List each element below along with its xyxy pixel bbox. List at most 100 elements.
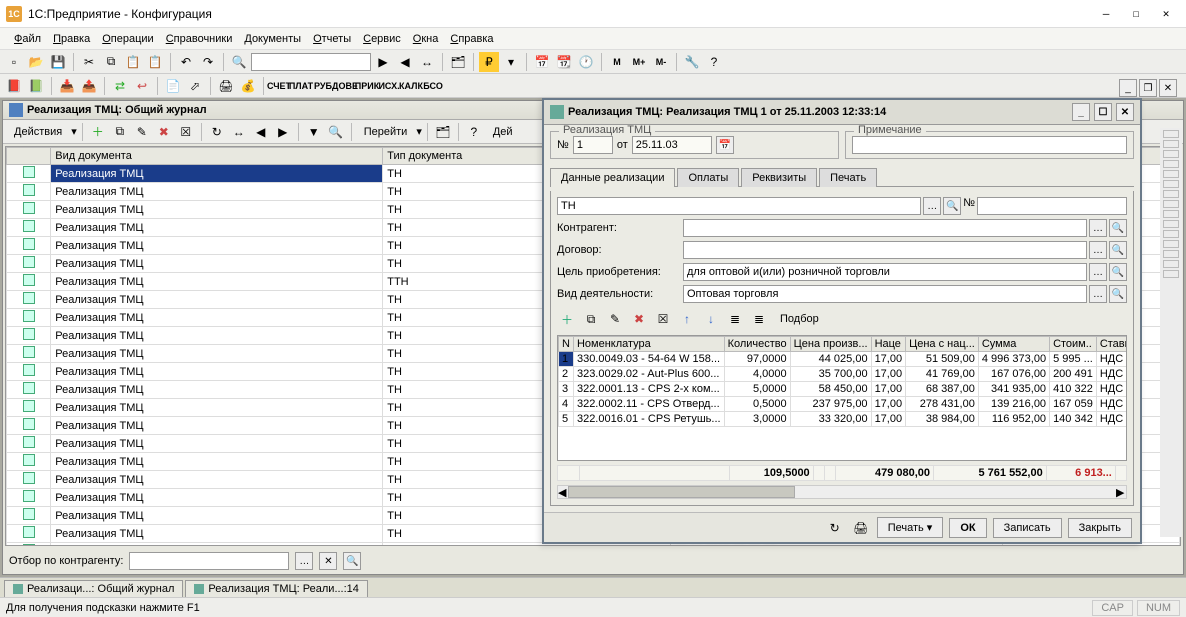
delete-icon[interactable]: ✖ bbox=[154, 122, 174, 142]
menu-6[interactable]: Сервис bbox=[357, 31, 407, 47]
calendar-icon[interactable]: 📅 bbox=[532, 52, 552, 72]
kalk-icon[interactable]: КАЛК bbox=[401, 76, 421, 96]
tools-icon[interactable]: 🔧 bbox=[682, 52, 702, 72]
print-button[interactable]: Печать ▾ bbox=[877, 517, 944, 538]
date-icon[interactable]: 📆 bbox=[554, 52, 574, 72]
refresh-icon[interactable]: ↻ bbox=[207, 122, 227, 142]
tab-req[interactable]: Реквизиты bbox=[741, 168, 817, 187]
bso-icon[interactable]: БСО bbox=[423, 76, 443, 96]
find-icon[interactable]: 🔍 bbox=[229, 52, 249, 72]
dcol-6[interactable]: Сумма bbox=[978, 337, 1049, 352]
page-icon[interactable]: 📄 bbox=[163, 76, 183, 96]
cel-find-button[interactable]: 🔍 bbox=[1109, 263, 1127, 281]
item-up-icon[interactable]: ↑ bbox=[677, 309, 697, 329]
menu-1[interactable]: Правка bbox=[47, 31, 96, 47]
menu-5[interactable]: Отчеты bbox=[307, 31, 357, 47]
isk-icon[interactable]: ИСХ. bbox=[379, 76, 399, 96]
new-icon[interactable]: ▫ bbox=[4, 52, 24, 72]
doc-tab-detail[interactable]: Реализация ТМЦ: Реали...:14 bbox=[185, 580, 368, 597]
ok-button[interactable]: ОК bbox=[949, 518, 986, 538]
actions-menu[interactable]: Действия bbox=[7, 123, 69, 141]
rub-icon[interactable]: РУБ bbox=[313, 76, 333, 96]
help-icon[interactable]: ? bbox=[704, 52, 724, 72]
filter-input[interactable] bbox=[129, 552, 289, 570]
menu-0[interactable]: Файл bbox=[8, 31, 47, 47]
m-minus-button[interactable]: M- bbox=[651, 52, 671, 72]
item-row[interactable]: 4322.0002.11 - CPS Отверд...0,5000237 97… bbox=[559, 397, 1128, 412]
save-icon[interactable]: 💾 bbox=[48, 52, 68, 72]
note-input[interactable] bbox=[852, 136, 1127, 154]
menu-8[interactable]: Справка bbox=[444, 31, 499, 47]
detail-maximize-button[interactable]: ☐ bbox=[1094, 103, 1112, 121]
tn-num-input[interactable] bbox=[977, 197, 1127, 215]
m-plus-button[interactable]: M+ bbox=[629, 52, 649, 72]
undo-icon[interactable]: ↶ bbox=[176, 52, 196, 72]
filter-find-button[interactable]: 🔍 bbox=[343, 552, 361, 570]
dcol-1[interactable]: Номенклатура bbox=[573, 337, 724, 352]
period-icon[interactable]: ↔ bbox=[229, 122, 249, 142]
detail-close-button[interactable]: ✕ bbox=[1116, 103, 1134, 121]
tn-input[interactable] bbox=[557, 197, 921, 215]
plat-icon[interactable]: ПЛАТ bbox=[291, 76, 311, 96]
deistv-menu[interactable]: Дей bbox=[486, 123, 520, 141]
podbor-button[interactable]: Подбор bbox=[773, 310, 826, 328]
kontragent-find-button[interactable]: 🔍 bbox=[1109, 219, 1127, 237]
money-icon[interactable]: 💰 bbox=[238, 76, 258, 96]
transfer-icon[interactable]: ⇄ bbox=[110, 76, 130, 96]
tn-find-button[interactable]: 🔍 bbox=[943, 197, 961, 215]
maximize-button[interactable]: ☐ bbox=[1122, 4, 1150, 24]
item-copy-icon[interactable]: ⧉ bbox=[581, 309, 601, 329]
return-icon[interactable]: ↩ bbox=[132, 76, 152, 96]
dogovor-find-button[interactable]: 🔍 bbox=[1109, 241, 1127, 259]
goto-icon[interactable]: ↔ bbox=[417, 52, 437, 72]
item-row[interactable]: 2323.0029.02 - Aut-Plus 600...4,000035 7… bbox=[559, 367, 1128, 382]
save-button[interactable]: Записать bbox=[993, 518, 1062, 538]
doc-tab-journal[interactable]: Реализаци...: Общий журнал bbox=[4, 580, 183, 597]
add-icon[interactable]: ＋ bbox=[88, 122, 108, 142]
kontragent-input[interactable] bbox=[683, 219, 1087, 237]
item-down-icon[interactable]: ↓ bbox=[701, 309, 721, 329]
item-del-icon[interactable]: ✖ bbox=[629, 309, 649, 329]
tn-select-button[interactable]: … bbox=[923, 197, 941, 215]
filter-clear-button[interactable]: ✕ bbox=[319, 552, 337, 570]
dcol-3[interactable]: Цена произв... bbox=[790, 337, 871, 352]
calc-icon[interactable]: ₽ bbox=[479, 52, 499, 72]
filter-icon[interactable]: ▼ bbox=[304, 122, 324, 142]
paste2-icon[interactable]: 📋 bbox=[145, 52, 165, 72]
edit-icon[interactable]: ✎ bbox=[132, 122, 152, 142]
date-input[interactable] bbox=[632, 136, 712, 154]
open-icon[interactable]: 📂 bbox=[26, 52, 46, 72]
dcol-8[interactable]: Ставк bbox=[1096, 337, 1127, 352]
redo-icon[interactable]: ↷ bbox=[198, 52, 218, 72]
mdi-close-icon[interactable]: ✕ bbox=[1159, 79, 1177, 97]
doc-out-icon[interactable]: 📤 bbox=[79, 76, 99, 96]
dcol-4[interactable]: Наце bbox=[871, 337, 906, 352]
item-add-icon[interactable]: ＋ bbox=[557, 309, 577, 329]
item-sort-icon[interactable]: ≣ bbox=[725, 309, 745, 329]
kontragent-select-button[interactable]: … bbox=[1089, 219, 1107, 237]
filter-select-button[interactable]: … bbox=[295, 552, 313, 570]
find-next-icon[interactable]: ▶ bbox=[373, 52, 393, 72]
schet-icon[interactable]: СЧЕТ bbox=[269, 76, 289, 96]
close-button[interactable]: ✕ bbox=[1152, 4, 1180, 24]
cel-select-button[interactable]: … bbox=[1089, 263, 1107, 281]
vid-find-button[interactable]: 🔍 bbox=[1109, 285, 1127, 303]
item-markdel-icon[interactable]: ☒ bbox=[653, 309, 673, 329]
dropdown-icon[interactable]: ▾ bbox=[501, 52, 521, 72]
menu-4[interactable]: Документы bbox=[238, 31, 307, 47]
dcol-0[interactable]: N bbox=[559, 337, 574, 352]
item-sort2-icon[interactable]: ≣ bbox=[749, 309, 769, 329]
footer-print-icon[interactable]: 🖨 bbox=[851, 518, 871, 538]
prik-icon[interactable]: ПРИК bbox=[357, 76, 377, 96]
date-picker-button[interactable]: 📅 bbox=[716, 136, 734, 154]
item-edit-icon[interactable]: ✎ bbox=[605, 309, 625, 329]
paste-icon[interactable]: 📋 bbox=[123, 52, 143, 72]
minimize-button[interactable]: — bbox=[1092, 4, 1120, 24]
arrow-right-icon[interactable]: ▶ bbox=[273, 122, 293, 142]
vid-select-button[interactable]: … bbox=[1089, 285, 1107, 303]
item-row[interactable]: 1330.0049.03 - 54-64 W 158...97,000044 0… bbox=[559, 352, 1128, 367]
close-doc-button[interactable]: Закрыть bbox=[1068, 518, 1132, 538]
export-icon[interactable]: ⬀ bbox=[185, 76, 205, 96]
doc-in-icon[interactable]: 📥 bbox=[57, 76, 77, 96]
book2-icon[interactable]: 📗 bbox=[26, 76, 46, 96]
